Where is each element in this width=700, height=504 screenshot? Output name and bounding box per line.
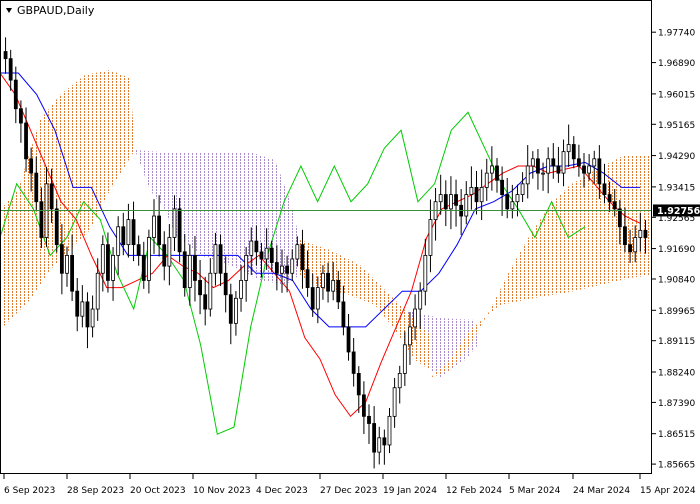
y-axis: 1.97740 1.96890 1.96015 1.95165 1.94290 1.934… (652, 29, 695, 471)
y-tick-label: 1.89965 (658, 307, 695, 317)
y-tick-label: 1.96890 (658, 59, 695, 69)
chart-root: GBPAUD,Daily 1.97740 1.96890 1.96015 1.9516… (0, 0, 700, 500)
x-tick-label: 24 Mar 2024 (573, 486, 630, 496)
current-price-label: 1.92756 (657, 206, 700, 217)
x-tick-label: 4 Dec 2023 (256, 486, 308, 496)
x-tick-label: 28 Sep 2023 (67, 486, 124, 496)
y-tick-label: 1.93415 (658, 183, 695, 193)
y-tick-label: 1.95165 (658, 121, 695, 131)
x-tick-label: 19 Jan 2024 (383, 486, 437, 496)
y-tick-label: 1.96015 (658, 90, 695, 100)
chart-symbol-title: GBPAUD,Daily (17, 4, 95, 17)
y-tick-label: 1.91690 (658, 245, 695, 255)
x-tick-label: 27 Dec 2023 (320, 486, 378, 496)
x-tick-label: 20 Oct 2023 (130, 486, 186, 496)
x-tick-label: 5 Mar 2024 (509, 486, 561, 496)
x-tick-label: 6 Sep 2023 (4, 486, 55, 496)
y-tick-label: 1.86515 (658, 430, 695, 440)
y-tick-label: 1.88240 (658, 368, 695, 378)
y-tick-label: 1.85665 (658, 461, 695, 471)
y-tick-label: 1.94290 (658, 152, 695, 162)
y-tick-label: 1.97740 (658, 29, 695, 39)
y-tick-label: 1.87390 (658, 399, 695, 409)
x-tick-label: 15 Apr 2024 (640, 486, 696, 496)
y-tick-label: 1.89115 (658, 337, 695, 347)
y-tick-label: 1.90840 (658, 275, 695, 285)
x-tick-label: 10 Nov 2023 (193, 486, 251, 496)
x-tick-label: 12 Feb 2024 (446, 486, 502, 496)
chart-svg: GBPAUD,Daily 1.97740 1.96890 1.96015 1.9516… (0, 0, 700, 500)
